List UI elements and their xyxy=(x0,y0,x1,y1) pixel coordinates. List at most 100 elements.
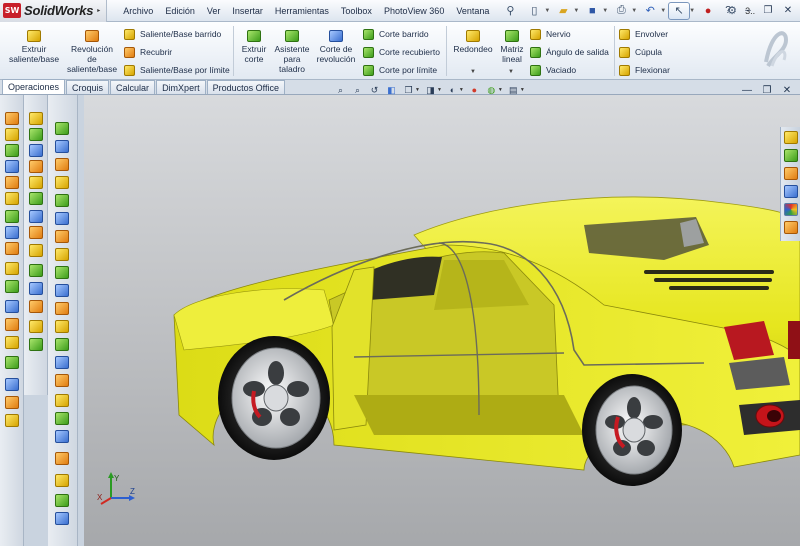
section-view-icon[interactable]: ◧ xyxy=(385,84,398,96)
left-toolbar-tool-icon[interactable] xyxy=(5,160,19,173)
edit-appearance-icon[interactable]: ● xyxy=(468,84,481,96)
left-toolbar-tool-icon[interactable] xyxy=(55,338,69,351)
display-style-dropdown-icon[interactable]: ▼ xyxy=(437,87,442,93)
tab-calcular[interactable]: Calcular xyxy=(110,80,156,94)
left-toolbar-tool-icon[interactable] xyxy=(5,112,19,125)
left-toolbar-tool-icon[interactable] xyxy=(5,226,19,239)
left-toolbar-tool-icon[interactable] xyxy=(5,300,19,313)
left-toolbar-tool-icon[interactable] xyxy=(29,192,43,205)
left-toolbar-tool-icon[interactable] xyxy=(29,112,43,125)
left-toolbar-tool-icon[interactable] xyxy=(55,194,69,207)
view-orientation-icon[interactable]: ❒ xyxy=(402,84,415,96)
new-file-icon[interactable]: ▯ xyxy=(523,2,545,20)
left-toolbar-tool-icon[interactable] xyxy=(29,282,43,295)
apply-scene-icon[interactable]: ◍ xyxy=(485,84,498,96)
left-toolbar-tool-icon[interactable] xyxy=(29,210,43,223)
view-settings-icon[interactable]: ▤ xyxy=(507,84,520,96)
extruir-saliente-base-button[interactable]: Extruir saliente/base xyxy=(4,30,64,64)
saliente-base-barrido-button[interactable]: Saliente/Base barrido xyxy=(124,27,221,41)
envolver-button[interactable]: Envolver xyxy=(619,27,668,41)
extruir-corte-button[interactable]: Extruir corte xyxy=(236,30,272,64)
zoom-to-area-icon[interactable]: ⌕ xyxy=(351,84,364,96)
print-dropdown-icon[interactable]: ▼ xyxy=(631,8,637,14)
left-toolbar-tool-icon[interactable] xyxy=(55,140,69,153)
view-settings-dropdown-icon[interactable]: ▼ xyxy=(520,87,525,93)
left-toolbar-tool-icon[interactable] xyxy=(5,144,19,157)
left-toolbar-tool-icon[interactable] xyxy=(5,378,19,391)
nervio-button[interactable]: Nervio xyxy=(530,27,571,41)
title-minimize-icon[interactable]: – xyxy=(740,3,756,17)
left-toolbar-tool-icon[interactable] xyxy=(5,128,19,141)
select-pointer-icon[interactable]: ↖ xyxy=(668,1,691,20)
help-icon[interactable]: ? xyxy=(720,3,736,17)
logo-dropdown-icon[interactable]: ▸ xyxy=(97,7,100,14)
title-close-icon[interactable]: ✕ xyxy=(780,3,796,17)
revolucion-saliente-base-button[interactable]: Revolución de saliente/base xyxy=(66,30,118,74)
left-toolbar-tool-icon[interactable] xyxy=(55,374,69,387)
design-library-icon[interactable] xyxy=(784,149,798,162)
left-toolbar-tool-icon[interactable] xyxy=(55,512,69,525)
menu-insertar[interactable]: Insertar xyxy=(226,6,269,16)
left-toolbar-tool-icon[interactable] xyxy=(5,356,19,369)
close-icon[interactable]: ✕ xyxy=(780,84,794,96)
traffic-light-icon[interactable]: ● xyxy=(697,2,719,20)
left-toolbar-tool-icon[interactable] xyxy=(55,320,69,333)
previous-view-icon[interactable]: ↺ xyxy=(368,84,381,96)
menu-archivo[interactable]: Archivo xyxy=(117,6,159,16)
left-toolbar-tool-icon[interactable] xyxy=(55,302,69,315)
recubrir-button[interactable]: Recubrir xyxy=(124,45,172,59)
open-folder-icon[interactable]: ▰ xyxy=(552,2,574,20)
left-toolbar-tool-icon[interactable] xyxy=(55,474,69,487)
graphics-area[interactable] xyxy=(84,95,800,546)
left-toolbar-tool-icon[interactable] xyxy=(55,122,69,135)
matriz-dropdown-icon[interactable]: ▼ xyxy=(508,69,514,75)
left-toolbar-tool-icon[interactable] xyxy=(5,210,19,223)
menu-edicion[interactable]: Edición xyxy=(159,6,201,16)
angulo-salida-button[interactable]: Ángulo de salida xyxy=(530,45,609,59)
matriz-lineal-button[interactable]: Matriz lineal xyxy=(496,30,528,64)
left-toolbar-tool-icon[interactable] xyxy=(5,280,19,293)
custom-properties-icon[interactable] xyxy=(784,221,798,234)
undo-dropdown-icon[interactable]: ▼ xyxy=(660,8,666,14)
left-toolbar-tool-icon[interactable] xyxy=(5,192,19,205)
left-toolbar-tool-icon[interactable] xyxy=(29,128,43,141)
hide-show-dropdown-icon[interactable]: ▼ xyxy=(459,87,464,93)
redondeo-button[interactable]: Redondeo xyxy=(450,30,496,54)
title-restore-icon[interactable]: ❐ xyxy=(760,3,776,17)
select-dropdown-icon[interactable]: ▼ xyxy=(689,8,695,14)
save-icon[interactable]: ■ xyxy=(581,2,603,20)
left-toolbar-tool-icon[interactable] xyxy=(55,158,69,171)
corte-barrido-button[interactable]: Corte barrido xyxy=(363,27,429,41)
open-dropdown-icon[interactable]: ▼ xyxy=(573,8,579,14)
flexionar-button[interactable]: Flexionar xyxy=(619,63,670,77)
menu-photoview[interactable]: PhotoView 360 xyxy=(378,6,450,16)
left-toolbar-tool-icon[interactable] xyxy=(29,160,43,173)
tab-croquis[interactable]: Croquis xyxy=(66,80,110,94)
tab-operaciones[interactable]: Operaciones xyxy=(2,79,66,94)
left-toolbar-tool-icon[interactable] xyxy=(5,318,19,331)
left-toolbar-tool-icon[interactable] xyxy=(55,356,69,369)
left-toolbar-tool-icon[interactable] xyxy=(55,494,69,507)
left-toolbar-tool-icon[interactable] xyxy=(5,336,19,349)
left-toolbar-tool-icon[interactable] xyxy=(5,396,19,409)
vaciado-button[interactable]: Vaciado xyxy=(530,63,576,77)
menu-ver[interactable]: Ver xyxy=(201,6,227,16)
menu-toolbox[interactable]: Toolbox xyxy=(335,6,378,16)
display-style-icon[interactable]: ◨ xyxy=(424,84,437,96)
left-toolbar-tool-icon[interactable] xyxy=(29,300,43,313)
restore-icon[interactable]: ❐ xyxy=(760,84,774,96)
menu-herramientas[interactable]: Herramientas xyxy=(269,6,335,16)
redondeo-dropdown-icon[interactable]: ▼ xyxy=(470,69,476,75)
saliente-base-limite-button[interactable]: Saliente/Base por límite xyxy=(124,63,230,77)
tab-dimxpert[interactable]: DimXpert xyxy=(156,80,206,94)
view-palette-icon[interactable] xyxy=(784,185,798,198)
left-toolbar-tool-icon[interactable] xyxy=(55,430,69,443)
left-toolbar-tool-icon[interactable] xyxy=(29,144,43,157)
left-toolbar-tool-icon[interactable] xyxy=(55,394,69,407)
menu-ventana[interactable]: Ventana xyxy=(450,6,495,16)
left-toolbar-tool-icon[interactable] xyxy=(55,284,69,297)
left-toolbar-tool-icon[interactable] xyxy=(29,226,43,239)
left-toolbar-tool-icon[interactable] xyxy=(5,242,19,255)
left-toolbar-tool-icon[interactable] xyxy=(29,264,43,277)
corte-por-limite-button[interactable]: Corte por límite xyxy=(363,63,437,77)
